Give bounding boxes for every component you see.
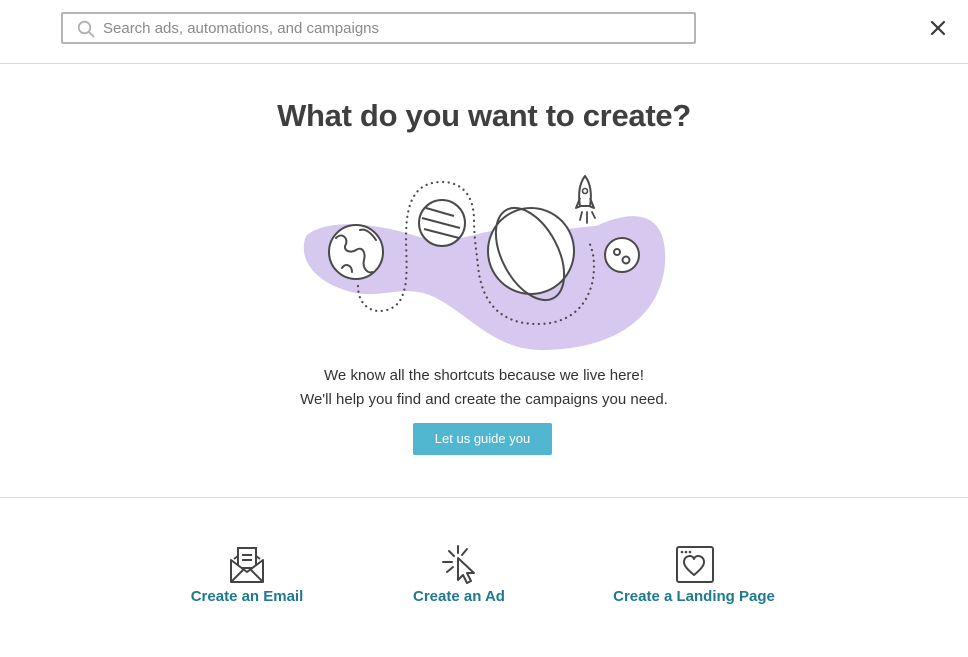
envelope-icon — [230, 547, 264, 583]
guide-me-button[interactable]: Let us guide you — [413, 423, 552, 455]
top-bar — [0, 0, 968, 64]
section-divider — [0, 497, 968, 498]
create-email-label: Create an Email — [190, 588, 304, 605]
earth-icon — [328, 224, 384, 280]
create-landing-page-option[interactable]: Create a Landing Page — [610, 544, 778, 605]
search-box[interactable] — [61, 12, 696, 44]
search-icon — [77, 20, 95, 38]
search-input[interactable] — [103, 17, 683, 39]
rocket-icon — [575, 175, 596, 224]
close-icon[interactable] — [926, 16, 950, 40]
page-title: What do you want to create? — [277, 98, 691, 133]
landing-page-heart-icon — [676, 546, 714, 583]
hero-subtitle-line-2: We'll help you find and create the campa… — [300, 391, 668, 408]
create-ad-option[interactable]: Create an Ad — [408, 544, 510, 605]
space-illustration — [303, 175, 666, 351]
striped-planet-icon — [418, 199, 466, 247]
hero-subtitle-line-1: We know all the shortcuts because we liv… — [324, 367, 644, 384]
create-email-option[interactable]: Create an Email — [186, 544, 308, 605]
moon-icon — [604, 237, 640, 273]
create-landing-page-label: Create a Landing Page — [613, 588, 775, 605]
cursor-click-icon — [442, 545, 475, 584]
create-ad-label: Create an Ad — [413, 588, 505, 605]
